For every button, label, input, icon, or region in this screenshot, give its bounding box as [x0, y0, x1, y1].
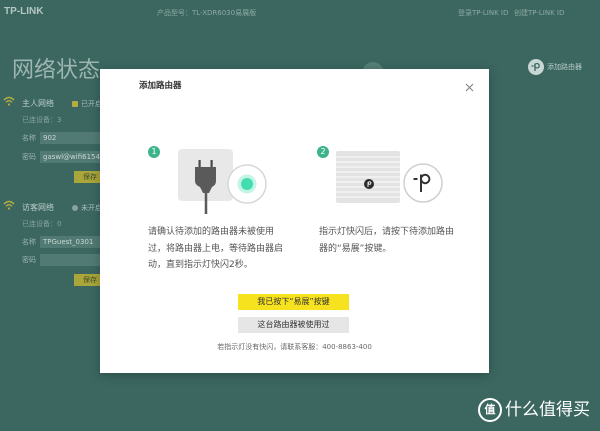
host-network-connected: 已连设备：3: [22, 116, 62, 124]
host-network-status: 已开启: [81, 100, 102, 108]
plug-prong-right: [210, 160, 213, 167]
pressed-yizhan-button[interactable]: 我已按下“易展”按键: [238, 294, 349, 310]
tp-link-logo: TP-LINK: [4, 6, 44, 17]
host-network-name-label: 名称: [22, 134, 36, 142]
wifi-icon: [3, 96, 15, 106]
guest-network-status: 未开启: [81, 204, 102, 212]
host-network-title: 主人网络: [22, 99, 54, 108]
support-hint: 若指示灯没有快闪，请联系客服：400-8863-400: [217, 343, 372, 351]
wifi-icon: [3, 200, 15, 210]
step-1-line: 动，直到指示灯快闪2秒。: [148, 260, 253, 270]
guest-network-toggle[interactable]: [72, 205, 78, 211]
host-network-toggle[interactable]: [72, 101, 78, 107]
step-2-line: 器的“易展”按键。: [319, 243, 392, 254]
router-used-before-button[interactable]: 这台路由器被使用过: [238, 317, 349, 333]
step-1-line: 过，将路由器上电，等待路由器启: [148, 243, 284, 254]
step-1-line: 请确认待添加的路由器未被使用: [148, 227, 275, 237]
guest-network-password-label: 密码: [22, 256, 36, 264]
yizhan-p-icon: [528, 59, 544, 75]
add-router-shortcut[interactable]: 添加路由器: [528, 59, 588, 75]
watermark-text: 什么值得买: [505, 400, 590, 420]
close-icon[interactable]: [465, 83, 474, 92]
host-network-password-label: 密码: [22, 153, 36, 161]
plug-prong-left: [198, 160, 201, 167]
power-plug-outlet-illustration: [178, 149, 267, 214]
guest-network-name-label: 名称: [22, 238, 36, 246]
step-1-text: 请确认待添加的路由器未被使用 过，将路由器上电，等待路由器启 动，直到指示灯快闪…: [148, 224, 283, 274]
login-tplink-id-link[interactable]: 登录TP-LINK ID: [458, 8, 508, 18]
page-title: 网络状态: [12, 58, 101, 83]
step-2-line: 指示灯快闪后，请按下待添加路由: [319, 227, 455, 237]
create-tplink-id-link[interactable]: 创建TP-LINK ID: [514, 8, 564, 18]
step-2-text: 指示灯快闪后，请按下待添加路由 器的“易展”按键。: [319, 224, 454, 257]
guest-network-title: 访客网络: [22, 203, 54, 212]
product-model: 产品型号：TL-XDR6030易展版: [157, 9, 257, 17]
add-router-shortcut-label: 添加路由器: [547, 63, 582, 71]
add-router-modal: 添加路由器 1 请确认待添加的路由器未被使用 过，将路由器上电，等待路由器启 动…: [100, 69, 489, 373]
router-yizhan-button-illustration: [336, 151, 443, 203]
indicator-light-green: [241, 178, 253, 190]
guest-network-connected: 已连设备：0: [22, 220, 62, 228]
watermark-badge: 值: [478, 398, 502, 422]
step-1-badge: 1: [148, 146, 160, 158]
step-2-badge: 2: [317, 146, 329, 158]
modal-title: 添加路由器: [139, 81, 182, 91]
